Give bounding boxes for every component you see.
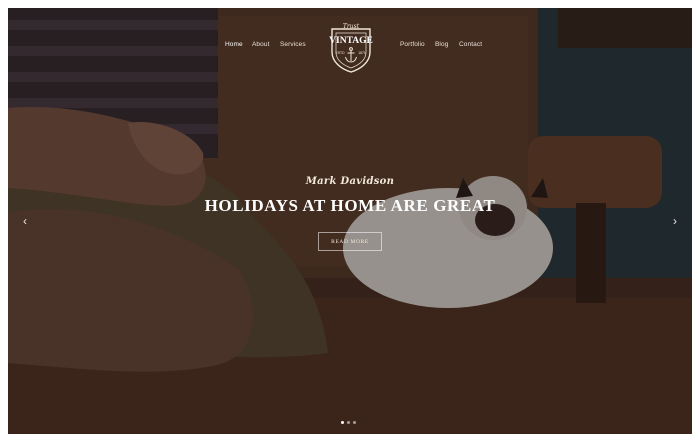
nav-item-blog[interactable]: Blog	[435, 41, 448, 48]
main-navigation: Home About Services Trust VINTAGE ESTD 1…	[8, 8, 692, 88]
nav-item-home[interactable]: Home	[225, 41, 243, 48]
logo-est-left: ESTD	[335, 51, 345, 55]
anchor-icon	[345, 47, 357, 63]
nav-item-services[interactable]: Services	[280, 41, 306, 48]
hero-slider: Home About Services Trust VINTAGE ESTD 1…	[8, 8, 692, 434]
slide-dot[interactable]	[341, 421, 344, 424]
chevron-left-icon[interactable]: ‹	[17, 213, 33, 229]
nav-item-contact[interactable]: Contact	[459, 41, 482, 48]
slide-dot[interactable]	[347, 421, 350, 424]
nav-item-about[interactable]: About	[252, 41, 270, 48]
hero-subtitle: Mark Davidson	[305, 176, 395, 187]
brand-logo[interactable]: Trust VINTAGE ESTD 1871	[328, 22, 374, 74]
logo-est-year: 1871	[358, 51, 366, 55]
hero-caption: Mark Davidson HOLIDAYS AT HOME ARE GREAT	[8, 176, 692, 216]
hero-frame: Home About Services Trust VINTAGE ESTD 1…	[8, 8, 692, 434]
logo-emblem: Trust VINTAGE ESTD 1871	[329, 23, 373, 73]
hero-title: HOLIDAYS AT HOME ARE GREAT	[204, 196, 496, 215]
slider-pagination	[341, 421, 356, 424]
nav-item-portfolio[interactable]: Portfolio	[400, 41, 425, 48]
slide-dot[interactable]	[353, 421, 356, 424]
chevron-right-icon[interactable]: ›	[667, 213, 683, 229]
logo-top-text: Trust	[343, 23, 360, 30]
read-more-button[interactable]: READ MORE	[318, 232, 382, 251]
logo-main-text: VINTAGE	[329, 36, 373, 46]
